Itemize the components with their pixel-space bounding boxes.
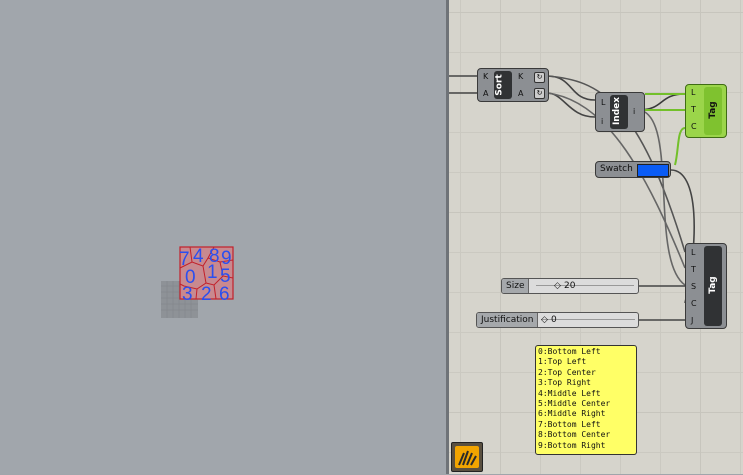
tag-top-input-t[interactable]: T [691, 105, 696, 114]
sort-input-k[interactable]: K [483, 72, 488, 81]
panel-line: 2:Top Center [538, 367, 596, 377]
panel-line: 6:Middle Right [538, 409, 606, 419]
sort-component[interactable]: K A Sort K A ↻ ↻ [477, 68, 549, 102]
tag-bottom-input-j[interactable]: J [691, 316, 693, 325]
justification-slider-label: Justification [477, 313, 539, 327]
tag-top-title-block: Tag [704, 87, 722, 135]
size-slider-value: 20 [564, 281, 576, 291]
viewport-drawing: 7 4 8 9 0 1 5 3 2 6 [161, 246, 234, 318]
rhino-viewport[interactable]: 7 4 8 9 0 1 5 3 2 6 [0, 0, 446, 474]
index-output-i[interactable]: i [633, 107, 635, 116]
grasshopper-canvas[interactable]: K A Sort K A ↻ ↻ L i Index i L T C Tag S… [449, 0, 743, 474]
text-panel[interactable]: 0:Bottom Left 1:Top Left 2:Top Center 3:… [535, 345, 637, 455]
tag-bottom-input-t[interactable]: T [691, 265, 696, 274]
justification-slider-grip[interactable]: ◇ [541, 313, 548, 327]
sort-output-a[interactable]: A [518, 89, 523, 98]
swatch-color[interactable] [637, 164, 669, 177]
swatch-label: Swatch [600, 164, 633, 174]
index-input-l[interactable]: L [601, 98, 605, 107]
tag-bottom-input-l[interactable]: L [691, 248, 695, 257]
tag-1: 1 [207, 262, 218, 283]
tag-bottom-title-block: Tag [704, 246, 722, 326]
sort-output-a-graft-icon: ↻ [534, 88, 545, 99]
grasshopper-logo-icon[interactable] [451, 442, 483, 472]
tag-bottom-input-s[interactable]: S [691, 282, 696, 291]
tag-component-top[interactable]: L T C Tag [685, 84, 727, 138]
sort-input-a[interactable]: A [483, 89, 488, 98]
panel-line: 5:Middle Center [538, 399, 611, 409]
sort-title-block: Sort [494, 71, 512, 99]
index-title-block: Index [610, 95, 628, 129]
index-title: Index [612, 96, 623, 126]
panel-line: 0:Bottom Left [538, 347, 601, 356]
tag-6: 6 [219, 284, 230, 305]
tag-top-input-l[interactable]: L [691, 88, 695, 97]
panel-line: 7:Bottom Left [538, 419, 601, 429]
tag-bottom-title: Tag [707, 276, 718, 294]
panel-line: 9:Bottom Right [538, 440, 606, 450]
tag-bottom-input-c[interactable]: C [691, 299, 697, 308]
size-slider-track [536, 285, 634, 286]
panel-line: 1:Top Left [538, 357, 587, 367]
sort-output-k-graft-icon: ↻ [534, 72, 545, 83]
tag-3: 3 [182, 284, 193, 305]
tag-component-bottom[interactable]: L T S C J Tag [685, 243, 727, 329]
swatch-component[interactable]: Swatch [595, 161, 671, 178]
justification-slider-value: 0 [551, 315, 557, 325]
tag-4: 4 [193, 246, 204, 267]
size-slider-label: Size [502, 279, 530, 293]
panel-line: 3:Top Right [538, 378, 591, 388]
tag-top-input-c[interactable]: C [691, 122, 697, 131]
tag-top-title: Tag [707, 101, 718, 119]
panel-line: 4:Middle Left [538, 388, 601, 398]
sort-output-k[interactable]: K [518, 72, 523, 81]
size-slider-grip[interactable]: ◇ [554, 279, 561, 293]
size-slider[interactable]: Size ◇ 20 [501, 278, 639, 294]
panel-line: 8:Bottom Center [538, 430, 611, 440]
tag-2: 2 [201, 284, 212, 305]
justification-slider[interactable]: Justification ◇ 0 [476, 312, 639, 328]
index-input-i[interactable]: i [601, 117, 603, 126]
sort-title: Sort [494, 74, 505, 96]
list-item-component[interactable]: L i Index i [595, 92, 645, 132]
